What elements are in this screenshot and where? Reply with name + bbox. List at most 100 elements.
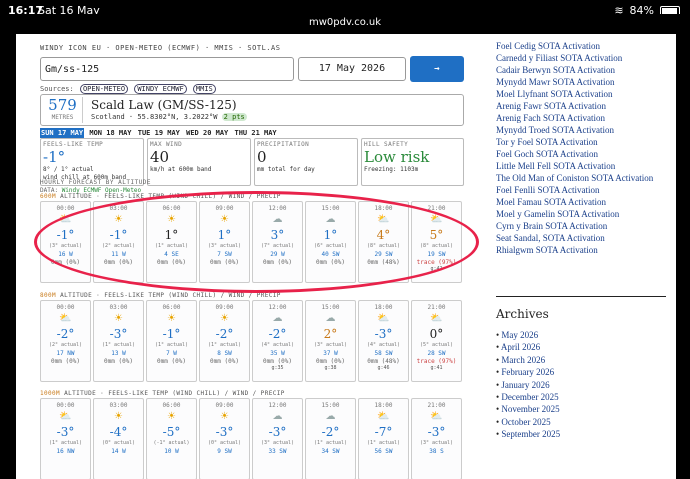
hour-cell[interactable]: 12:00 ☁ -3° (3° actual) 33 SW <box>252 398 303 479</box>
hour-cell[interactable]: 18:00 ⛅ -7° (1° actual) 56 SW <box>358 398 409 479</box>
gust-value: g:35 <box>271 365 284 371</box>
archive-link[interactable]: December 2025 <box>496 391 676 403</box>
stat-value: -1° <box>43 148 66 166</box>
partly-cloudy-icon: ⛅ <box>377 411 390 422</box>
tab-day-2[interactable]: TUE 19 MAY <box>137 128 181 138</box>
activation-link[interactable]: Moel Llyfnant SOTA Activation <box>496 88 676 100</box>
hour-time: 03:00 <box>109 304 128 311</box>
hour-cells: 00:00 ⛅ -2° (2° actual) 17 NW 0mm (0%) 03:00 ☀ -… <box>40 300 464 382</box>
stat-label: FEELS-LIKE TEMP <box>43 141 104 148</box>
hour-cell[interactable]: 18:00 ⛅ -3° (4° actual) 58 SW 0mm (48%) g:46 <box>358 300 409 382</box>
feels-like-temp: -4° <box>109 425 128 439</box>
hour-cell[interactable]: 03:00 ☀ -3° (1° actual) 13 W 0mm (0%) <box>93 300 144 382</box>
activation-link[interactable]: Foel Goch SOTA Activation <box>496 148 676 160</box>
band-title: 1000M ALTITUDE · FEELS-LIKE TEMP (WIND C… <box>40 390 464 398</box>
precip-value: 0mm (0%) <box>104 358 133 365</box>
points-badge: 2 pts <box>221 113 247 121</box>
hour-cell[interactable]: 15:00 ☁ -2° (1° actual) 34 SW <box>305 398 356 479</box>
wind-speed: 9 SW <box>217 448 232 455</box>
gust-value: g:38 <box>324 365 337 371</box>
provider-line: WINDY ICON EU · OPEN-METEO (ECMWF) · MMI… <box>40 44 281 52</box>
wind-speed: 10 W <box>164 448 179 455</box>
address-bar[interactable]: mw0pdv.co.uk <box>0 14 690 32</box>
actual-temp: (1° actual) <box>313 440 348 446</box>
hour-cell[interactable]: 03:00 ☀ -4° (0° actual) 14 W <box>93 398 144 479</box>
actual-temp: (3° actual) <box>419 440 454 446</box>
tab-day-4[interactable]: THU 21 MAY <box>234 128 278 138</box>
activation-link[interactable]: The Old Man of Coniston SOTA Activation <box>496 172 676 184</box>
feels-like-temp: -2° <box>268 327 287 341</box>
summit-input[interactable]: Gm/ss-125 <box>40 57 294 81</box>
hour-cell[interactable]: 00:00 ⛅ -3° (1° actual) 16 NW <box>40 398 91 479</box>
source-chip-windy[interactable]: WINDY ECMWF <box>134 84 187 94</box>
source-chip-open-meteo[interactable]: OPEN-METEO <box>79 84 129 94</box>
activation-link[interactable]: Mynydd Troed SOTA Activation <box>496 124 676 136</box>
wind-speed: 28 SW <box>427 350 446 357</box>
wind-speed: 7 W <box>166 350 177 357</box>
activation-link[interactable]: Cadair Berwyn SOTA Activation <box>496 64 676 76</box>
precip-value: 0mm (0%) <box>263 358 292 365</box>
hour-time: 09:00 <box>215 304 234 311</box>
hour-cell[interactable]: 21:00 ⛅ 0° (5° actual) 28 SW trace (97%) g:41 <box>411 300 462 382</box>
tab-day-3[interactable]: WED 20 MAY <box>185 128 229 138</box>
hour-cell[interactable]: 06:00 ☀ -5° (-1° actual) 10 W <box>146 398 197 479</box>
stat-value: 40 <box>150 148 170 166</box>
altitude-box: 579 METRES <box>43 97 83 123</box>
precip-value: 0mm (0%) <box>316 358 345 365</box>
archive-link[interactable]: April 2026 <box>496 341 676 353</box>
activation-link[interactable]: Arenig Fach SOTA Activation <box>496 112 676 124</box>
wind-speed: 37 W <box>323 350 338 357</box>
hour-cell[interactable]: 09:00 ☀ -2° (1° actual) 8 SW 0mm (0%) <box>199 300 250 382</box>
activation-link[interactable]: Mynydd Mawr SOTA Activation <box>496 76 676 88</box>
sun-icon: ☀ <box>114 411 123 422</box>
archive-link[interactable]: May 2026 <box>496 329 676 341</box>
partly-cloudy-icon: ⛅ <box>430 313 443 324</box>
activation-link[interactable]: Cyrn y Brain SOTA Activation <box>496 220 676 232</box>
hour-cell[interactable]: 15:00 ☁ 2° (3° actual) 37 W 0mm (0%) g:38 <box>305 300 356 382</box>
actual-temp: (1° actual) <box>101 342 136 348</box>
sidebar: Foel Cedig SOTA Activation Carnedd y Fili… <box>496 34 676 441</box>
actual-temp: (-1° actual) <box>153 440 190 446</box>
feels-like-temp: -3° <box>215 425 234 439</box>
archive-link[interactable]: February 2026 <box>496 366 676 378</box>
date-input[interactable]: 17 May 2026 <box>298 57 406 81</box>
activation-link[interactable]: Moel y Gamelin SOTA Activation <box>496 208 676 220</box>
activation-link[interactable]: Arenig Fawr SOTA Activation <box>496 100 676 112</box>
hour-cell[interactable]: 06:00 ☀ -1° (1° actual) 7 W 0mm (0%) <box>146 300 197 382</box>
wind-speed: 14 W <box>111 448 126 455</box>
sidebar-divider <box>496 296 666 297</box>
activation-link[interactable]: Rhialgwm SOTA Activation <box>496 244 676 256</box>
wind-speed: 34 SW <box>321 448 340 455</box>
archive-link[interactable]: March 2026 <box>496 354 676 366</box>
tab-day-0[interactable]: SUN 17 MAY <box>40 128 85 138</box>
archive-link[interactable]: November 2025 <box>496 403 676 415</box>
feels-like-temp: -3° <box>427 425 446 439</box>
activation-link[interactable]: Foel Cedig SOTA Activation <box>496 40 676 52</box>
activation-link[interactable]: Seat Sandal, SOTA Activation <box>496 232 676 244</box>
sources-label: Sources: <box>40 85 74 93</box>
archive-link[interactable]: October 2025 <box>496 416 676 428</box>
red-annotation-circle <box>34 191 479 293</box>
gust-value: g:41 <box>430 365 443 371</box>
sun-icon: ☀ <box>167 313 176 324</box>
activation-link[interactable]: Moel Famau SOTA Activation <box>496 196 676 208</box>
hour-cell[interactable]: 09:00 ☀ -3° (0° actual) 9 SW <box>199 398 250 479</box>
forecast-button[interactable]: → FORECAST <box>410 56 464 100</box>
hour-cell[interactable]: 21:00 ⛅ -3° (3° actual) 38 S <box>411 398 462 479</box>
hour-cell[interactable]: 00:00 ⛅ -2° (2° actual) 17 NW 0mm (0%) <box>40 300 91 382</box>
address-url[interactable]: mw0pdv.co.uk <box>0 14 690 32</box>
wind-speed: 13 W <box>111 350 126 357</box>
activation-link[interactable]: Carnedd y Filiast SOTA Activation <box>496 52 676 64</box>
activation-link[interactable]: Little Mell Fell SOTA Activation <box>496 160 676 172</box>
archive-link[interactable]: January 2026 <box>496 379 676 391</box>
web-page: WINDY ICON EU · OPEN-METEO (ECMWF) · MMI… <box>16 34 676 479</box>
precip-value: 0mm (0%) <box>51 358 80 365</box>
feels-like-temp: 0° <box>429 327 444 341</box>
stat-precip: PRECIPITATION 0 mm total for day <box>254 138 358 186</box>
tab-day-1[interactable]: MON 18 MAY <box>88 128 132 138</box>
hour-cell[interactable]: 12:00 ☁ -2° (4° actual) 35 W 0mm (0%) g:35 <box>252 300 303 382</box>
activation-link[interactable]: Tor y Foel SOTA Activation <box>496 136 676 148</box>
activation-link[interactable]: Foel Fenlli SOTA Activation <box>496 184 676 196</box>
archive-link[interactable]: September 2025 <box>496 428 676 440</box>
source-chip-mmis[interactable]: MMIS <box>192 84 216 94</box>
